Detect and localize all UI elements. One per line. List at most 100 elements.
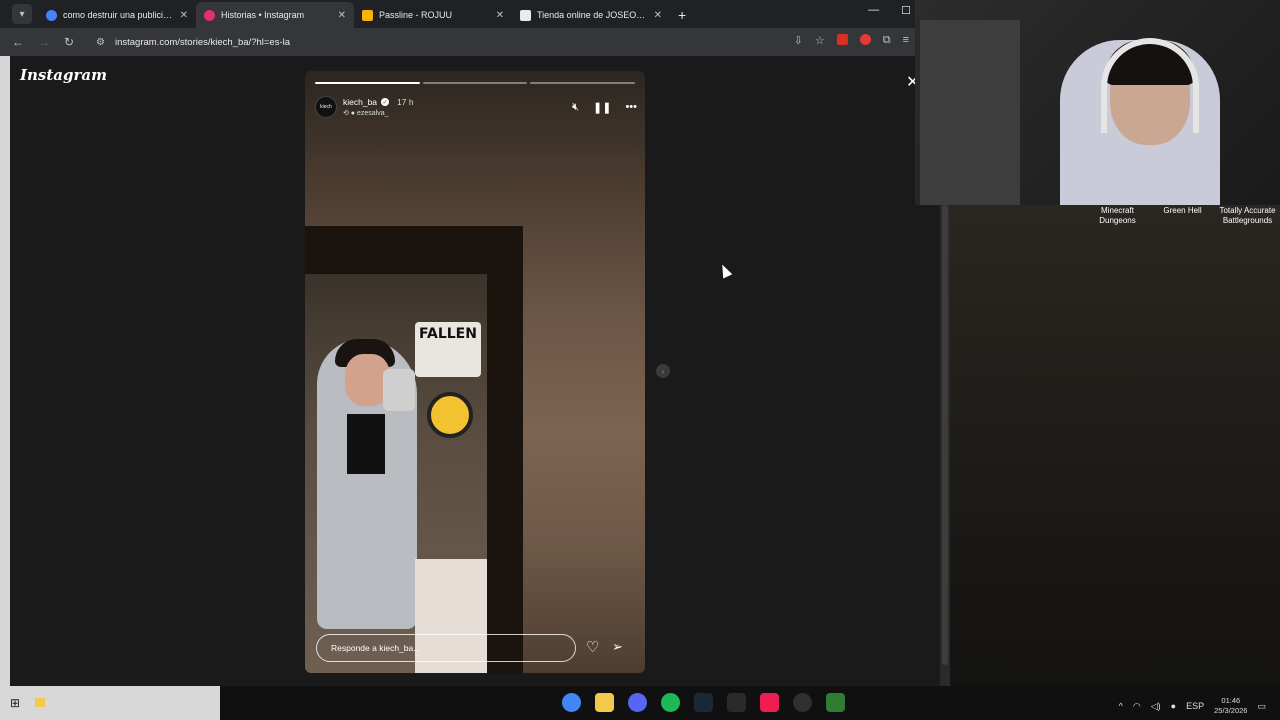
spotify-icon[interactable]	[661, 693, 680, 712]
scrollbar-thumb[interactable]	[942, 205, 948, 665]
extension-icon[interactable]	[836, 34, 848, 45]
tab-title: Tienda online de JOSEOSHIRTS	[537, 10, 648, 20]
clock[interactable]: 01:46 25/3/2026	[1214, 696, 1247, 716]
language-indicator[interactable]: ESP	[1186, 701, 1204, 711]
story-viewer[interactable]: kiech kiech_ba ✓ 17 h ⟲ ● ezesalva_ 🔇︎ ❚…	[305, 71, 645, 673]
minimize-icon[interactable]: —	[868, 4, 879, 17]
story-controls: 🔇︎ ❚❚ •••	[572, 101, 637, 114]
progress-segment	[422, 82, 528, 84]
tab-search-icon[interactable]: ▾	[12, 4, 32, 24]
google-icon	[46, 9, 57, 21]
photo-phone	[383, 369, 415, 411]
maximize-icon[interactable]: ☐	[901, 4, 911, 17]
notifications-icon[interactable]: ▭	[1257, 701, 1266, 712]
webcam-room-background	[950, 205, 1280, 686]
progress-segment	[315, 82, 420, 84]
game-label: Minecraft Dungeons	[1099, 206, 1136, 225]
file-explorer-icon[interactable]	[595, 693, 614, 712]
headset-icon	[1101, 38, 1199, 133]
close-icon[interactable]: ✕	[496, 10, 504, 21]
epic-games-icon[interactable]	[727, 693, 746, 712]
windows-start-icon[interactable]: ⊞	[10, 696, 20, 710]
install-app-icon[interactable]: ⇩	[794, 34, 803, 47]
next-story-icon[interactable]: ›	[656, 364, 670, 378]
tab-joseoshirts[interactable]: Tienda online de JOSEOSHIRTS ✕	[512, 2, 670, 28]
browser-toolbar: ← → ↻ ⚙ instagram.com/stories/kiech_ba/?…	[0, 28, 915, 56]
story-username[interactable]: kiech_ba	[343, 97, 377, 107]
cheat-engine-icon[interactable]	[826, 693, 845, 712]
story-photo-mirror-frame: FALLEN	[305, 226, 523, 673]
extension-icon[interactable]	[859, 34, 871, 45]
instagram-icon	[204, 9, 215, 21]
obs-icon[interactable]	[793, 693, 812, 712]
game-label: Totally Accurate Battlegrounds	[1219, 206, 1276, 225]
more-options-icon[interactable]: •••	[625, 101, 637, 114]
story-time: 17 h	[397, 97, 414, 107]
tab-title: Passline - ROJUU	[379, 10, 453, 20]
fallen-sticker: FALLEN	[415, 322, 481, 377]
store-icon	[520, 9, 531, 21]
system-tray: ^ ◠ ◁) ● ESP 01:46 25/3/2026 ▭	[1119, 696, 1266, 716]
tab-title: Historias • Instagram	[221, 10, 305, 20]
story-meta: kiech_ba ✓ 17 h ⟲ ● ezesalva_	[343, 97, 414, 117]
new-tab-button[interactable]: +	[678, 7, 686, 23]
tab-passline[interactable]: Passline - ROJUU ✕	[354, 2, 512, 28]
tray-chevron-icon[interactable]: ^	[1119, 701, 1123, 711]
story-photo-mirror: FALLEN	[305, 274, 487, 673]
tab-instagram-stories[interactable]: Historias • Instagram ✕	[196, 2, 354, 28]
site-info-icon[interactable]: ⚙	[96, 37, 105, 48]
clock-date: 25/3/2026	[1214, 706, 1248, 715]
pause-icon[interactable]: ❚❚	[593, 101, 611, 114]
mute-icon[interactable]: 🔇︎	[572, 101, 579, 114]
yellow-sticker	[427, 392, 473, 438]
extensions-puzzle-icon[interactable]: ⧉	[883, 34, 891, 47]
windows-taskbar: ⊞ ^ ◠ ◁) ● ESP 01:46 25/3/2026 ▭	[0, 686, 1280, 720]
webcam-overlay	[915, 0, 1280, 205]
reshare-row: ⟲ ● ezesalva_	[343, 109, 414, 117]
progress-segment	[530, 82, 636, 84]
bookmark-star-icon[interactable]: ☆	[815, 34, 825, 47]
tab-title: como destruir una publicidad d	[63, 10, 174, 20]
forward-icon[interactable]: →	[38, 35, 50, 49]
story-reply-input[interactable]: Responde a kiech_ba...	[316, 634, 576, 662]
volume-icon[interactable]: ◁)	[1151, 701, 1161, 712]
taskbar-left-area: ⊞	[0, 686, 220, 720]
wifi-icon[interactable]: ◠	[1133, 701, 1141, 712]
avatar[interactable]: kiech	[315, 96, 337, 118]
story-header: kiech kiech_ba ✓ 17 h ⟲ ● ezesalva_ 🔇︎ ❚…	[315, 92, 637, 122]
chrome-icon[interactable]	[562, 693, 581, 712]
game-label: Green Hell	[1163, 206, 1202, 215]
toolbar-actions: ⇩ ☆ ⧉ ≡	[794, 34, 909, 47]
reload-icon[interactable]: ↻	[64, 35, 74, 49]
close-icon[interactable]: ✕	[180, 10, 188, 21]
media-controls-icon[interactable]: ≡	[903, 34, 909, 47]
photo-person-shirt	[347, 414, 385, 474]
back-icon[interactable]: ←	[12, 35, 24, 49]
steam-icon[interactable]	[694, 693, 713, 712]
verified-badge-icon: ✓	[381, 98, 390, 106]
folder-icon[interactable]	[35, 698, 45, 707]
reshared-from-username[interactable]: ezesalva_	[357, 110, 389, 117]
taskbar-apps	[562, 693, 845, 712]
microphone-icon[interactable]: ●	[1171, 701, 1176, 711]
page-scrollbar[interactable]	[940, 205, 950, 686]
close-icon[interactable]: ✕	[338, 10, 346, 21]
passline-icon	[362, 9, 373, 21]
instagram-logo[interactable]: Instagram	[20, 66, 107, 84]
game-list-overlay: Minecraft Dungeons Green Hell Totally Ac…	[1085, 206, 1280, 226]
tab-google-search[interactable]: como destruir una publicidad d ✕	[38, 2, 196, 28]
story-progress	[315, 82, 636, 84]
address-bar[interactable]: ⚙ instagram.com/stories/kiech_ba/?hl=es-…	[88, 31, 788, 53]
send-share-icon[interactable]: ➢	[612, 639, 623, 655]
like-heart-icon[interactable]: ♡	[586, 638, 599, 656]
tiktok-icon[interactable]	[760, 693, 779, 712]
clock-time: 01:46	[1221, 696, 1241, 705]
discord-icon[interactable]	[628, 693, 647, 712]
story-user-row: kiech_ba ✓ 17 h	[343, 97, 414, 107]
mouse-cursor-icon	[717, 262, 733, 279]
desktop-edge	[0, 56, 10, 686]
webcam-background-shelf	[920, 20, 1020, 205]
screen: ▾ como destruir una publicidad d ✕ Histo…	[0, 0, 1280, 720]
window-controls: — ☐	[868, 4, 911, 17]
close-icon[interactable]: ✕	[654, 10, 662, 21]
